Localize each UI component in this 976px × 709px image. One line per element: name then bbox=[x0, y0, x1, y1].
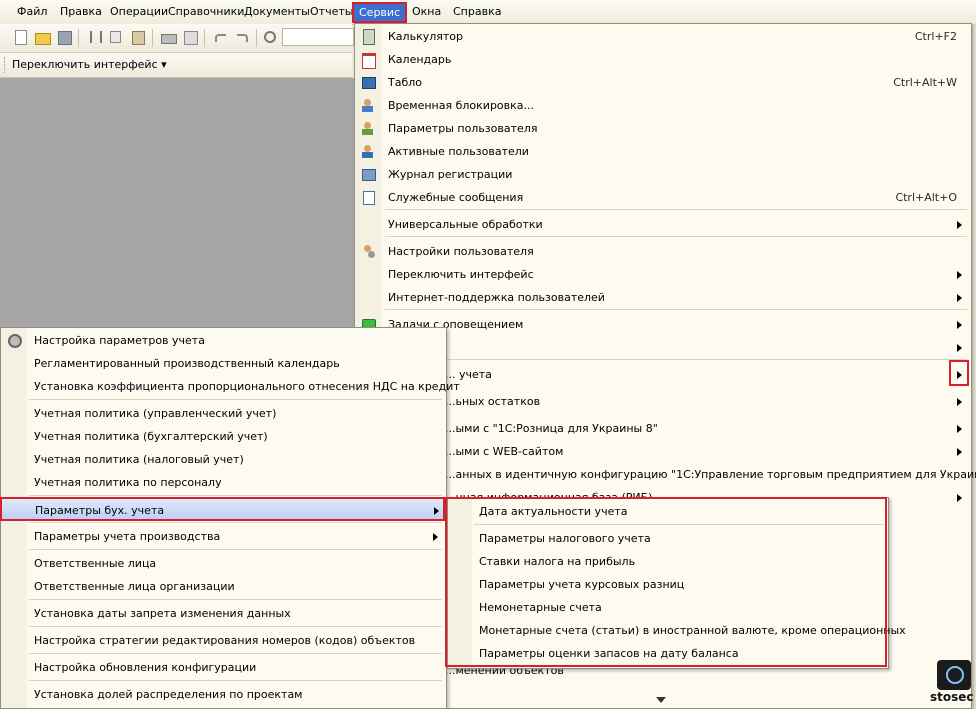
menu-help[interactable]: Справка bbox=[453, 5, 501, 18]
menu-file[interactable]: Файл bbox=[17, 5, 47, 18]
logo-icon bbox=[937, 660, 971, 690]
service-menu-item[interactable]: Табло Ctrl+Alt+W bbox=[355, 71, 971, 94]
menu-separator bbox=[385, 309, 967, 310]
service-menu-item[interactable]: ...анных в идентичную конфигурацию "1С:У… bbox=[355, 463, 976, 486]
accounting-menu-item[interactable]: Регламентированный производственный кале… bbox=[1, 352, 446, 375]
search-icon[interactable] bbox=[262, 29, 278, 45]
accounting-menu-item[interactable]: Настройка обновления конфигурации bbox=[1, 656, 446, 679]
menu-separator bbox=[29, 399, 442, 400]
calendar-icon bbox=[361, 52, 376, 69]
accounting-menu-item[interactable]: Настройка параметров учета bbox=[1, 329, 446, 352]
toolbar bbox=[0, 24, 354, 53]
accounting-menu-item[interactable]: Установка даты запрета изменения данных bbox=[1, 602, 446, 625]
accounting-menu-item[interactable]: Учетная политика по персоналу bbox=[1, 471, 446, 494]
active-users-icon bbox=[361, 144, 375, 158]
menu-windows[interactable]: Окна bbox=[412, 5, 441, 18]
menu-reports[interactable]: Отчеты bbox=[310, 5, 353, 18]
accounting-menu-item[interactable]: Учетная политика (управленческий учет) bbox=[1, 402, 446, 425]
service-menu-item[interactable]: ...ыми с "1С:Розница для Украины 8" bbox=[355, 417, 971, 440]
submenu-arrow-icon bbox=[957, 294, 962, 302]
service-menu-item[interactable]: ...ыми с WEB-сайтом bbox=[355, 440, 971, 463]
highlight-buh-submenu bbox=[445, 497, 887, 667]
submenu-arrow-icon bbox=[957, 344, 962, 352]
service-menu-item[interactable]: Настройки пользователя bbox=[355, 240, 971, 263]
accounting-menu-item[interactable]: Установка коэффициента пропорционального… bbox=[1, 375, 460, 398]
submenu-arrow-icon bbox=[957, 398, 962, 406]
menu-separator bbox=[385, 209, 967, 210]
menu-separator bbox=[29, 626, 442, 627]
service-menu-item[interactable]: Календарь bbox=[355, 48, 971, 71]
menu-bar: Файл Правка Операции Справочники Докумен… bbox=[0, 0, 976, 25]
log-icon bbox=[361, 167, 376, 181]
calculator-icon bbox=[361, 29, 375, 45]
menu-operations[interactable]: Операции bbox=[110, 5, 168, 18]
menu-separator bbox=[29, 599, 442, 600]
accounting-menu-item[interactable]: Учетная политика (налоговый учет) bbox=[1, 448, 446, 471]
submenu-arrow-icon bbox=[957, 425, 962, 433]
submenu-arrow-icon bbox=[957, 271, 962, 279]
new-document-icon[interactable] bbox=[12, 29, 28, 45]
lock-user-icon bbox=[361, 98, 375, 112]
menu-separator bbox=[29, 653, 442, 654]
submenu-arrow-icon bbox=[957, 321, 962, 329]
menu-separator bbox=[29, 522, 442, 523]
accounting-menu-item[interactable]: Настройка стратегии редактирования номер… bbox=[1, 629, 446, 652]
grip-handle[interactable] bbox=[4, 57, 7, 73]
print-icon[interactable] bbox=[160, 29, 177, 45]
accounting-menu-item[interactable]: Ответственные лица bbox=[1, 552, 446, 575]
undo-icon[interactable] bbox=[212, 29, 228, 45]
service-menu-item[interactable]: Задачи с оповещением bbox=[355, 313, 971, 336]
accounting-menu-item[interactable]: Ответственные лица организации bbox=[1, 575, 446, 598]
submenu-arrow-icon bbox=[957, 494, 962, 502]
accounting-menu-item[interactable]: Установка долей распределения по проекта… bbox=[1, 683, 446, 706]
logo-text: stosec bbox=[930, 690, 974, 704]
open-folder-icon[interactable] bbox=[34, 29, 51, 45]
highlight-buh-params bbox=[0, 497, 445, 521]
menu-separator bbox=[29, 549, 442, 550]
redo-icon[interactable] bbox=[234, 29, 250, 45]
highlight-submenu-arrow bbox=[949, 360, 969, 386]
display-board-icon bbox=[361, 75, 376, 89]
save-icon[interactable] bbox=[56, 29, 72, 45]
menu-separator bbox=[29, 495, 442, 496]
service-menu-item[interactable]: Служебные сообщения Ctrl+Alt+O bbox=[355, 186, 971, 209]
service-menu-item[interactable]: Активные пользователи bbox=[355, 140, 971, 163]
service-menu-item[interactable]: ...ьных остатков bbox=[355, 390, 971, 413]
copy-icon[interactable] bbox=[108, 29, 124, 45]
service-menu-item[interactable]: Параметры пользователя bbox=[355, 117, 971, 140]
service-menu-item[interactable]: Переключить интерфейс bbox=[355, 263, 971, 286]
service-menu-item[interactable]: Временная блокировка... bbox=[355, 94, 971, 117]
menu-separator bbox=[29, 680, 442, 681]
menu-references[interactable]: Справочники bbox=[168, 5, 244, 18]
service-menu-item[interactable]: Интернет-поддержка пользователей bbox=[355, 286, 971, 309]
service-menu-item[interactable]: ...ели bbox=[355, 336, 971, 359]
preview-icon[interactable] bbox=[182, 29, 198, 45]
menu-separator bbox=[385, 236, 967, 237]
search-input[interactable] bbox=[282, 28, 354, 46]
switch-interface-button[interactable]: Переключить интерфейс ▾ bbox=[12, 58, 167, 71]
submenu-arrow-icon bbox=[957, 221, 962, 229]
service-menu-item[interactable]: Калькулятор Ctrl+F2 bbox=[355, 25, 971, 48]
service-menu-item[interactable]: Универсальные обработки bbox=[355, 213, 971, 236]
user-prefs-icon bbox=[361, 244, 375, 258]
menu-service[interactable]: Сервис bbox=[352, 2, 408, 23]
messages-icon bbox=[361, 190, 375, 205]
switch-interface-bar: Переключить интерфейс ▾ bbox=[0, 53, 352, 78]
submenu-arrow-icon bbox=[957, 448, 962, 456]
accounting-menu-item[interactable]: Параметры учета производства bbox=[1, 525, 446, 548]
paste-icon[interactable] bbox=[130, 29, 146, 45]
service-menu-item[interactable]: Журнал регистрации bbox=[355, 163, 971, 186]
menu-separator bbox=[385, 359, 967, 360]
cut-icon[interactable] bbox=[86, 29, 102, 45]
gear-icon bbox=[7, 333, 22, 348]
scroll-down-icon[interactable] bbox=[656, 697, 666, 703]
accounting-menu-item[interactable]: Учетная политика (бухгалтерский учет) bbox=[1, 425, 446, 448]
submenu-arrow-icon bbox=[433, 533, 438, 541]
user-settings-icon bbox=[361, 121, 375, 135]
menu-edit[interactable]: Правка bbox=[60, 5, 102, 18]
menu-documents[interactable]: Документы bbox=[244, 5, 310, 18]
